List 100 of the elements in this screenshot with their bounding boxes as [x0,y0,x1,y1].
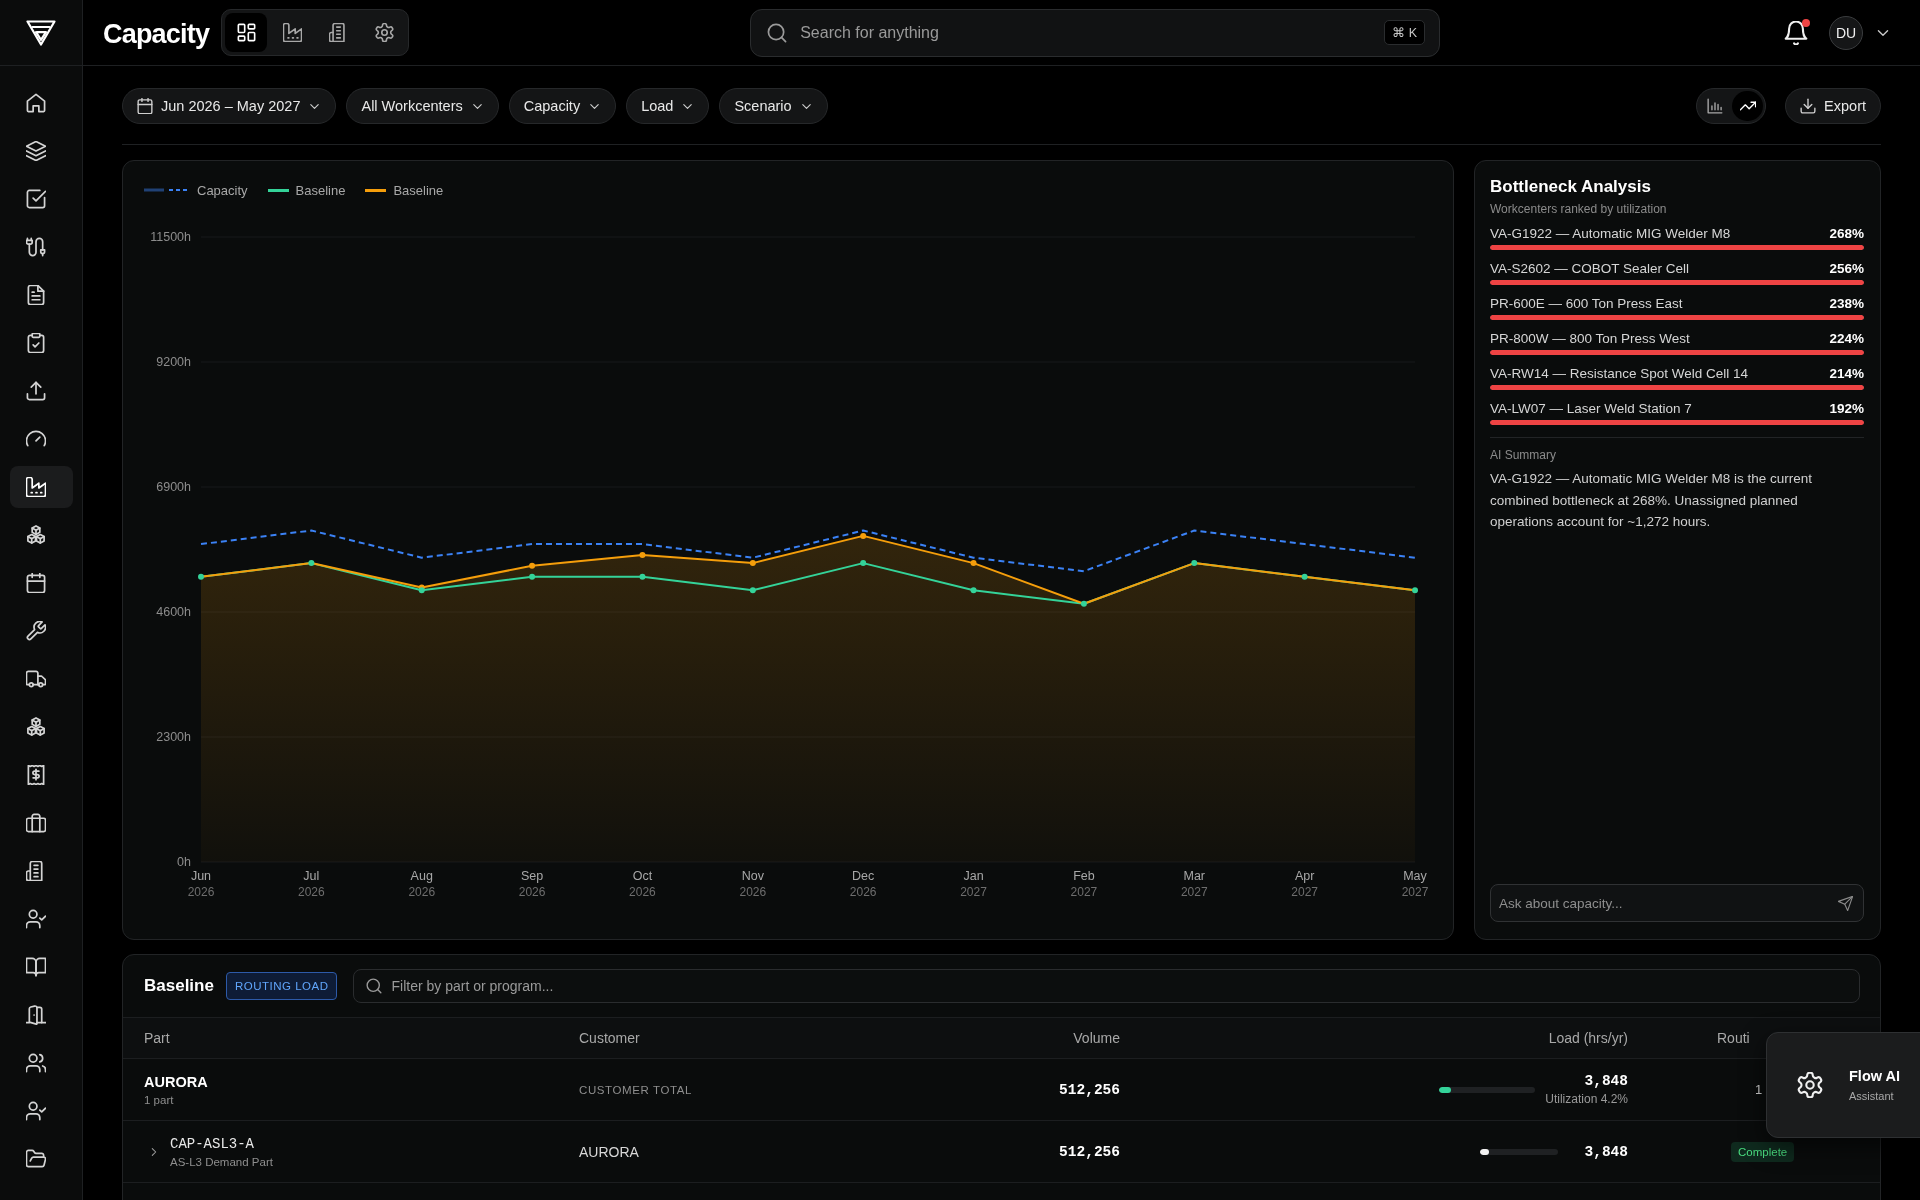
status-badge: Complete [1731,1141,1795,1162]
assistant-title: Flow AI [1849,1068,1900,1084]
data-point [198,573,204,580]
filter-dropdown[interactable]: All Workcenters [346,88,499,124]
workcenter-name: VA-S2602 — COBOT Sealer Cell [1490,261,1690,276]
panel-subtitle: Workcenters ranked by utilization [1490,202,1668,216]
axis-label: Jul 2026 [298,869,325,899]
filter-dropdown[interactable]: Load [626,88,710,124]
axis-label: 11500h [150,230,191,244]
workcenter-name: PR-600E — 600 Ton Press East [1490,296,1683,311]
utilization-value: 256% [1829,261,1864,276]
axis-label: 2300h [156,730,191,744]
workcenter-name: VA-LW07 — Laser Weld Station 7 [1490,401,1692,416]
filter-dropdown[interactable]: Scenario [719,88,828,124]
axis-label: Jun 2026 [187,869,215,899]
part-name: CAP-ASL3-A [170,1135,254,1152]
send-icon[interactable] [1838,895,1853,911]
axis-label: Oct 2026 [629,869,656,899]
axis-label: 0h [177,855,191,869]
column-header[interactable]: Load (hrs/yr) [1548,1030,1628,1046]
column-header[interactable]: Routi [1717,1030,1750,1046]
upload-icon [25,381,46,401]
export-button[interactable]: Export [1785,88,1881,124]
cubes-icon [25,717,46,737]
user-check-icon [25,909,46,929]
section-label: AI Summary [1490,448,1557,462]
column-header[interactable]: Customer [579,1030,640,1046]
assistant-button[interactable]: Flow AI Assistant [1766,1032,1920,1138]
notifications-icon[interactable] [1784,20,1808,45]
search-icon [767,22,788,43]
date-range-dropdown[interactable]: Jun 2026 – May 2027 [122,88,337,124]
data-point [1412,587,1418,594]
building-icon [328,23,348,42]
data-point [639,551,646,558]
chart-type-button[interactable] [1732,91,1764,121]
axis-label: Aug 2026 [408,869,436,899]
door-icon [25,1005,46,1025]
plug-icon [25,237,46,257]
factory-icon [282,23,302,42]
data-point [970,560,977,567]
data-point [529,573,536,580]
load-value: 3,848 [1584,1143,1628,1160]
utilization-value: 214% [1829,366,1864,381]
logo-icon[interactable] [26,19,56,46]
routing-cell: 1 [1755,1082,1763,1097]
workcenter-name: VA-RW14 — Resistance Spot Weld Cell 14 [1490,366,1749,381]
axis-label: 4600h [156,605,191,619]
factory-icon [25,477,46,497]
legend-label: Capacity [197,182,248,198]
part-subtitle: 1 part [144,1093,174,1106]
legend-label: Baseline [295,182,346,198]
table-title: Baseline [144,976,214,996]
workcenter-name: PR-800W — 800 Ton Press West [1490,331,1690,346]
axis-label: Jan 2027 [960,869,987,899]
axis-label: 6900h [156,480,191,494]
data-point [749,560,756,567]
filter-dropdown[interactable]: Capacity [508,88,617,124]
workcenter-name: VA-G1922 — Automatic MIG Welder M8 [1490,226,1731,241]
ask-field[interactable]: Ask about capacity... [1490,884,1864,922]
data-point [860,560,867,567]
dashboard-icon [236,23,256,42]
shortcut-key: ⌘ K [1384,20,1426,45]
legend-label: Baseline [393,182,444,198]
part-name: AURORA [144,1073,208,1090]
sidebar-item[interactable] [9,466,73,508]
part-subtitle: AS-L3 Demand Part [170,1155,273,1168]
data-point [860,532,867,539]
axis-label: Mar 2027 [1180,869,1208,899]
utilization-value: 238% [1829,296,1864,311]
checkbox-icon [25,189,46,209]
column-header[interactable]: Part [144,1030,170,1046]
axis-label: Nov 2026 [739,869,767,899]
customer-cell: CUSTOMER TOTAL [579,1083,692,1096]
axis-label: 9200h [156,355,191,369]
calendar-icon [137,98,153,114]
view-tab[interactable] [225,13,268,52]
data-point [749,587,756,594]
summary-text: VA-G1922 — Automatic MIG Welder M8 is the current combined bottleneck at 268%. Unassigned planned operations account for ~1,272 hours. [1490,470,1814,532]
assistant-subtitle: Assistant [1849,1090,1895,1102]
wrench-icon [25,621,46,641]
search-field[interactable]: Search for anything ⌘ K [750,8,1441,57]
ask-input[interactable]: Ask about capacity... [1499,885,1830,921]
column-header[interactable]: Volume [1073,1030,1120,1046]
user-avatar[interactable]: DU [1829,15,1863,50]
search-input[interactable]: Search for anything [800,9,1372,56]
axis-label: Feb 2027 [1070,869,1098,899]
axis-label: Dec 2026 [849,869,877,899]
utilization-value: 224% [1829,331,1864,346]
axis-label: May 2027 [1401,869,1429,899]
data-point [1080,600,1087,607]
bar-chart-icon [1706,98,1723,114]
legend-line-icon [144,188,190,192]
building-icon [25,861,46,881]
cubes-icon [25,525,46,545]
axis-label: Apr 2027 [1291,869,1318,899]
customer-cell: AURORA [579,1143,639,1160]
gauge-icon [25,429,46,449]
panel-title: Bottleneck Analysis [1490,176,1652,198]
utilization-text: Utilization 4.2% [1545,1092,1628,1106]
download-icon [1800,98,1817,114]
